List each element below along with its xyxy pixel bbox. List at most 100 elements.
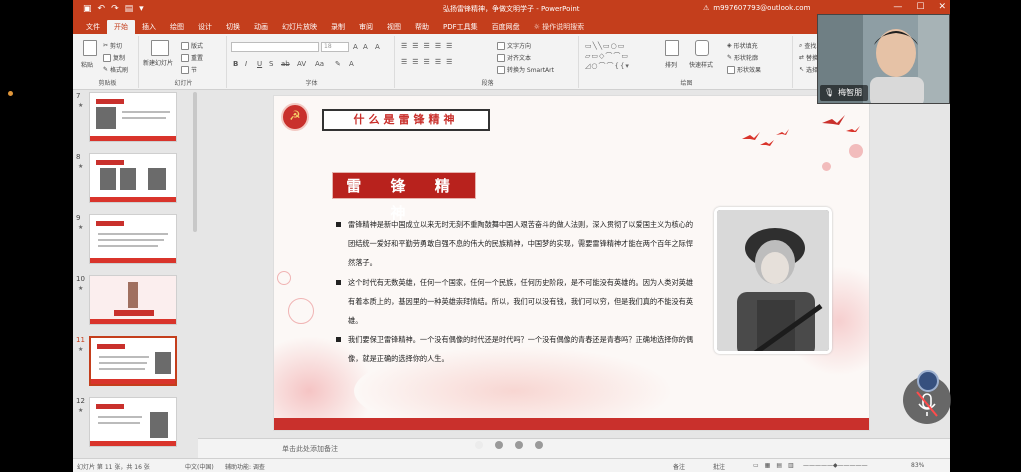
quick-styles-icon[interactable]: [695, 40, 709, 56]
shape-effects-button[interactable]: 形状效果: [727, 65, 761, 74]
list-buttons[interactable]: ☰☰☰☰☰: [401, 42, 457, 50]
align-text-button[interactable]: 对齐文本: [497, 53, 531, 62]
tab-pdf-tools[interactable]: PDF工具集: [436, 20, 485, 34]
shadow-icon[interactable]: S: [269, 60, 273, 68]
zoom-slider[interactable]: —————◆—————: [803, 462, 868, 469]
pager-dot[interactable]: [495, 441, 503, 449]
save-icon[interactable]: ▣: [83, 3, 92, 15]
underline-icon[interactable]: U: [257, 60, 262, 68]
tab-transitions[interactable]: 切换: [219, 20, 247, 34]
font-size-box[interactable]: 18: [321, 42, 349, 52]
tab-insert[interactable]: 插入: [135, 20, 163, 34]
tell-me-search[interactable]: ☼ 操作说明搜索: [527, 20, 592, 34]
shrink-font-icon[interactable]: A: [363, 43, 368, 51]
clear-format-icon[interactable]: A: [375, 43, 380, 51]
change-case-icon[interactable]: Aa: [315, 60, 324, 68]
account-area[interactable]: ⚠ m997607793@outlook.com: [703, 4, 810, 12]
animation-star-icon: ★: [78, 224, 84, 231]
font-group: 18 A A A B I U S ab AV Aa ✎ A 字体: [229, 36, 395, 88]
convert-smartart-button[interactable]: 转换为 SmartArt: [497, 65, 554, 74]
pager-dot[interactable]: [475, 441, 483, 449]
webcam-overlay[interactable]: 🎙 梅智朋: [817, 14, 950, 104]
redo-icon[interactable]: ↷: [111, 3, 119, 15]
grow-font-icon[interactable]: A: [353, 43, 358, 51]
arrange-button[interactable]: 排列: [665, 60, 677, 69]
quick-styles-button[interactable]: 快速样式: [689, 60, 713, 69]
view-buttons[interactable]: ▭▦▤▥: [753, 462, 800, 469]
notes-toggle[interactable]: 备注: [673, 462, 685, 471]
thumbnails-scrollbar[interactable]: [193, 92, 197, 232]
tab-review[interactable]: 审阅: [352, 20, 380, 34]
microphone-icon[interactable]: 🎙: [824, 85, 834, 101]
highlight-icon[interactable]: ✎: [335, 60, 341, 68]
tab-draw[interactable]: 绘图: [163, 20, 191, 34]
customize-qat-icon[interactable]: ▾: [139, 3, 144, 15]
italic-icon[interactable]: I: [245, 60, 247, 68]
bullet-text-box[interactable]: 雷锋精神是新中国成立以来无时无刻不重陶鼓舞中国人艰苦奋斗的做人法则，深入贯彻了以…: [334, 215, 694, 369]
lightbulb-icon: ☼: [533, 23, 540, 31]
font-color-icon[interactable]: A: [349, 60, 354, 68]
drawing-group-label: 绘图: [680, 80, 693, 87]
tab-view[interactable]: 视图: [380, 20, 408, 34]
undo-icon[interactable]: ↶: [98, 3, 106, 15]
current-slide[interactable]: ☭ 什么是雷锋精神 雷 锋 精 神 雷锋精神是新中国成立以来无时无刻不重陶鼓舞中…: [273, 95, 870, 431]
pager-dot[interactable]: [535, 441, 543, 449]
notes-placeholder[interactable]: 单击此处添加备注: [282, 444, 338, 454]
section-heading[interactable]: 雷 锋 精 神: [332, 172, 476, 222]
char-spacing-icon[interactable]: AV: [297, 60, 306, 68]
reset-button[interactable]: 重置: [181, 53, 203, 62]
minimize-icon[interactable]: —: [893, 2, 902, 12]
tab-animations[interactable]: 动画: [247, 20, 275, 34]
close-icon[interactable]: ✕: [938, 2, 946, 12]
align-buttons[interactable]: ☰☰☰☰☰: [401, 58, 457, 66]
slide-thumbnail-12[interactable]: [89, 397, 177, 447]
replace-button[interactable]: ⇄ 替换: [799, 53, 818, 62]
tab-home[interactable]: 开始: [107, 20, 135, 34]
slide-thumbnail-9[interactable]: [89, 214, 177, 264]
slide-thumbnail-11[interactable]: [89, 336, 177, 386]
tab-record[interactable]: 录制: [324, 20, 352, 34]
font-name-box[interactable]: [231, 42, 319, 52]
tab-help[interactable]: 帮助: [408, 20, 436, 34]
strikethrough-icon[interactable]: ab: [281, 60, 290, 68]
tab-design[interactable]: 设计: [191, 20, 219, 34]
animation-star-icon: ★: [78, 346, 84, 353]
slide-thumbnail-8[interactable]: [89, 153, 177, 203]
language-indicator[interactable]: 中文(中国): [185, 462, 214, 471]
shapes-gallery[interactable]: ▭╲╲▭○▭ ▱▭◇⌒⌒▭ ◿○⌒⌒{{▾: [585, 41, 653, 71]
text-direction-button[interactable]: 文字方向: [497, 41, 531, 50]
paste-icon[interactable]: [83, 40, 97, 56]
maximize-icon[interactable]: ☐: [916, 2, 924, 12]
slide-title[interactable]: 什么是雷锋精神: [322, 109, 490, 131]
notes-pane[interactable]: 单击此处添加备注: [198, 438, 950, 458]
shape-fill-button[interactable]: ◈ 形状填充: [727, 41, 758, 50]
bold-icon[interactable]: B: [233, 60, 238, 68]
find-button[interactable]: ⌕ 查找: [799, 41, 816, 51]
pager-dot[interactable]: [515, 441, 523, 449]
zoom-level[interactable]: 83%: [911, 462, 924, 469]
tab-file[interactable]: 文件: [79, 20, 107, 34]
slide-thumbnail-7[interactable]: [89, 92, 177, 142]
arrange-icon[interactable]: [665, 40, 679, 56]
tab-slideshow[interactable]: 幻灯片放映: [275, 20, 324, 34]
slide-thumbnail-10[interactable]: [89, 275, 177, 325]
select-button[interactable]: ↖ 选择: [799, 65, 818, 74]
new-slide-icon[interactable]: [151, 40, 169, 56]
cut-button[interactable]: ✂ 剪切: [103, 41, 122, 50]
tab-baidu-netdisk[interactable]: 百度网盘: [485, 20, 527, 34]
thumbnail-number: 12: [76, 397, 85, 405]
floating-mic-bubble[interactable]: [903, 370, 951, 424]
animation-star-icon: ★: [78, 163, 84, 170]
lei-feng-portrait[interactable]: [714, 207, 832, 354]
account-email[interactable]: m997607793@outlook.com: [713, 4, 810, 12]
paste-button[interactable]: 粘贴: [81, 60, 93, 69]
new-slide-button[interactable]: 新建幻灯片: [143, 60, 183, 67]
slideshow-start-icon[interactable]: ▤: [125, 3, 134, 15]
section-button[interactable]: 节: [181, 65, 197, 74]
format-painter-button[interactable]: ✎ 格式刷: [103, 65, 128, 74]
accessibility-status[interactable]: 辅助功能: 调查: [225, 462, 265, 471]
copy-button[interactable]: 复制: [103, 53, 125, 62]
comments-toggle[interactable]: 批注: [713, 462, 725, 471]
shape-outline-button[interactable]: ✎ 形状轮廓: [727, 53, 758, 62]
layout-button[interactable]: 版式: [181, 41, 203, 50]
